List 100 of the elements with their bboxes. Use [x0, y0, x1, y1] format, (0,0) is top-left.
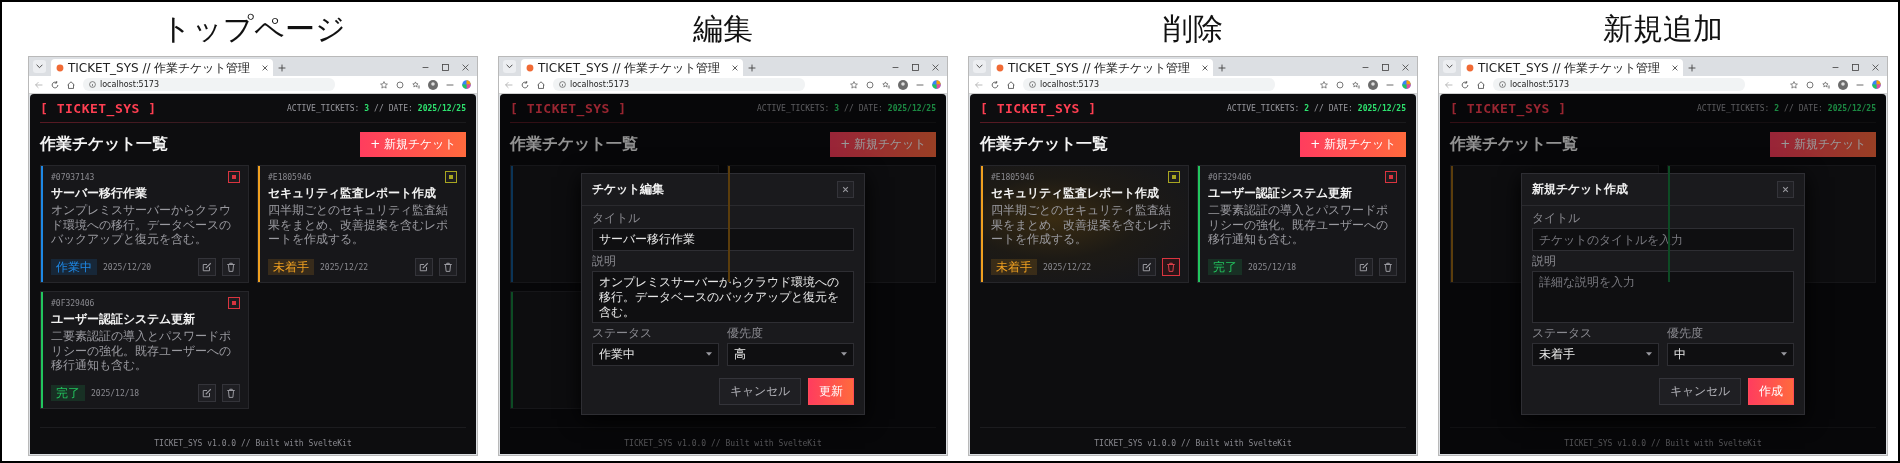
assistant-icon[interactable] [1872, 80, 1881, 89]
minimize-icon[interactable] [422, 64, 429, 71]
avatar-icon[interactable] [1838, 79, 1848, 90]
cancel-button[interactable]: キャンセル [719, 377, 801, 405]
avatar-icon[interactable] [1368, 79, 1378, 90]
app-logo: [ TICKET_SYS ] [40, 101, 157, 116]
delete-button[interactable] [222, 258, 240, 276]
select-field[interactable]: 高 [727, 342, 854, 366]
select-field[interactable]: 作業中 [592, 342, 719, 366]
stat-label: ACTIVE_TICKETS: [1697, 104, 1770, 113]
section-caption: トップページ [159, 9, 347, 48]
close-icon[interactable] [262, 64, 268, 71]
favorites-icon[interactable] [1352, 80, 1360, 89]
ticket-description: 二要素認証の導入とパスワードポリシーの強化。既存ユーザーへの移行通知も含む。 [51, 329, 232, 373]
maximize-icon[interactable] [1852, 64, 1859, 71]
select-field[interactable]: 中 [1667, 342, 1794, 366]
address-bar[interactable]: localhost:5173 [1493, 78, 1745, 91]
select-value: 未着手 [1539, 345, 1575, 363]
pencil-icon [1142, 262, 1152, 272]
tab-list-button[interactable] [1443, 60, 1456, 73]
favicon-icon [1466, 63, 1474, 72]
favicon-icon [996, 63, 1004, 72]
url-text: localhost:5173 [570, 80, 629, 89]
star-icon[interactable] [380, 80, 388, 89]
minimize-icon[interactable] [1832, 64, 1839, 71]
caret-icon [1781, 352, 1787, 357]
plus-icon[interactable] [278, 64, 286, 72]
edit-button[interactable] [1355, 258, 1373, 276]
ticket-date: 2025/12/22 [1043, 262, 1092, 272]
stat-label: ACTIVE_TICKETS: [287, 104, 360, 113]
browser-tab[interactable]: TICKET_SYS // 作業チケット管理 [521, 59, 743, 76]
star-icon[interactable] [1320, 80, 1328, 89]
field-label: タイトル [592, 212, 641, 227]
browser-tab[interactable]: TICKET_SYS // 作業チケット管理 [991, 59, 1213, 76]
assistant-icon[interactable] [462, 80, 471, 89]
cancel-button[interactable]: キャンセル [1659, 377, 1741, 405]
home-icon[interactable] [67, 80, 75, 89]
close-icon[interactable] [462, 64, 469, 71]
edit-button[interactable] [415, 258, 433, 276]
chevron-down-icon [36, 64, 43, 69]
delete-button[interactable] [1379, 258, 1397, 276]
ticket-id: #07937143 [51, 172, 95, 182]
close-icon[interactable] [1202, 64, 1208, 71]
assistant-icon[interactable] [1402, 80, 1411, 89]
tab-list-button[interactable] [503, 60, 516, 73]
home-icon[interactable] [1007, 80, 1015, 89]
avatar-icon[interactable] [898, 79, 908, 90]
url-text: localhost:5173 [1510, 80, 1569, 89]
close-icon[interactable] [1402, 64, 1409, 71]
maximize-icon[interactable] [1382, 64, 1389, 71]
edit-button[interactable] [198, 384, 216, 402]
select-value: 作業中 [599, 345, 635, 363]
ticket-title: セキュリティ監査レポート作成 [991, 186, 1160, 201]
close-icon[interactable] [1672, 64, 1678, 71]
avatar-icon[interactable] [428, 79, 438, 90]
plus-icon[interactable] [1218, 64, 1226, 72]
favorites-icon[interactable] [412, 80, 420, 89]
close-button[interactable] [1777, 181, 1794, 199]
favorites-icon[interactable] [882, 80, 890, 89]
reload-icon[interactable] [991, 80, 999, 89]
textarea-field[interactable]: 詳細な説明を入力 [1532, 270, 1794, 323]
delete-button[interactable] [222, 384, 240, 402]
stat-label: DATE: [388, 104, 413, 113]
delete-button[interactable] [1162, 258, 1180, 276]
close-icon[interactable] [732, 64, 738, 71]
field-label: タイトル [1532, 212, 1581, 227]
app-logo: [ TICKET_SYS ] [510, 101, 627, 116]
chevron-down-icon [976, 64, 983, 69]
address-bar[interactable]: localhost:5173 [553, 78, 805, 91]
star-icon[interactable] [850, 80, 858, 89]
reload-icon[interactable] [51, 80, 59, 89]
minimize-icon[interactable] [1362, 64, 1369, 71]
address-bar[interactable]: localhost:5173 [1023, 78, 1275, 91]
tab-list-button[interactable] [33, 60, 46, 73]
reload-icon[interactable] [521, 80, 529, 89]
address-bar[interactable]: localhost:5173 [83, 78, 335, 91]
tab-list-button[interactable] [973, 60, 986, 73]
favorites-icon[interactable] [1822, 80, 1830, 89]
browser-tab[interactable]: TICKET_SYS // 作業チケット管理 [1461, 59, 1683, 76]
maximize-icon[interactable] [912, 64, 919, 71]
plus-icon[interactable] [1688, 64, 1696, 72]
reload-icon[interactable] [1461, 80, 1469, 89]
edit-button[interactable] [198, 258, 216, 276]
edit-button[interactable] [1138, 258, 1156, 276]
delete-button[interactable] [439, 258, 457, 276]
ticket-id: #E1805946 [268, 172, 312, 182]
ticket-id: #0F329406 [1208, 172, 1252, 182]
close-icon[interactable] [1872, 64, 1879, 71]
home-icon[interactable] [537, 80, 545, 89]
input-field[interactable]: サーバー移行作業 [592, 228, 854, 252]
home-icon[interactable] [1477, 80, 1485, 89]
browser-tab[interactable]: TICKET_SYS // 作業チケット管理 [51, 59, 273, 76]
star-icon[interactable] [1790, 80, 1798, 89]
maximize-icon[interactable] [442, 64, 449, 71]
plus-icon[interactable] [748, 64, 756, 72]
minimize-icon[interactable] [892, 64, 899, 71]
assistant-icon[interactable] [932, 80, 941, 89]
select-field[interactable]: 未着手 [1532, 342, 1659, 366]
close-button[interactable] [837, 181, 854, 199]
close-icon[interactable] [932, 64, 939, 71]
